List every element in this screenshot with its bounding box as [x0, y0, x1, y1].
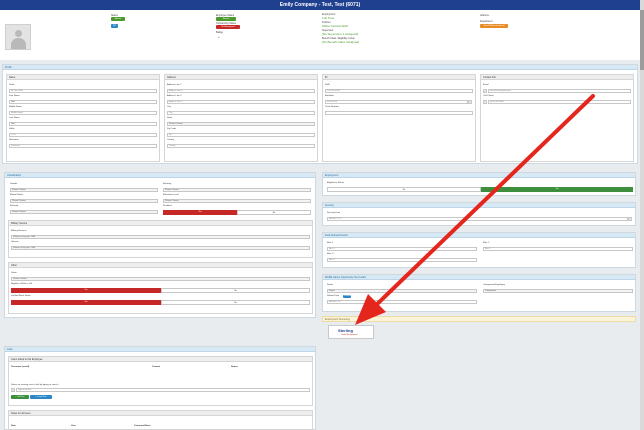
app-window: { "window": { "title": "Emily Company - … [0, 0, 644, 430]
annotation-arrow [355, 94, 595, 325]
arrow-shaft [370, 94, 595, 311]
